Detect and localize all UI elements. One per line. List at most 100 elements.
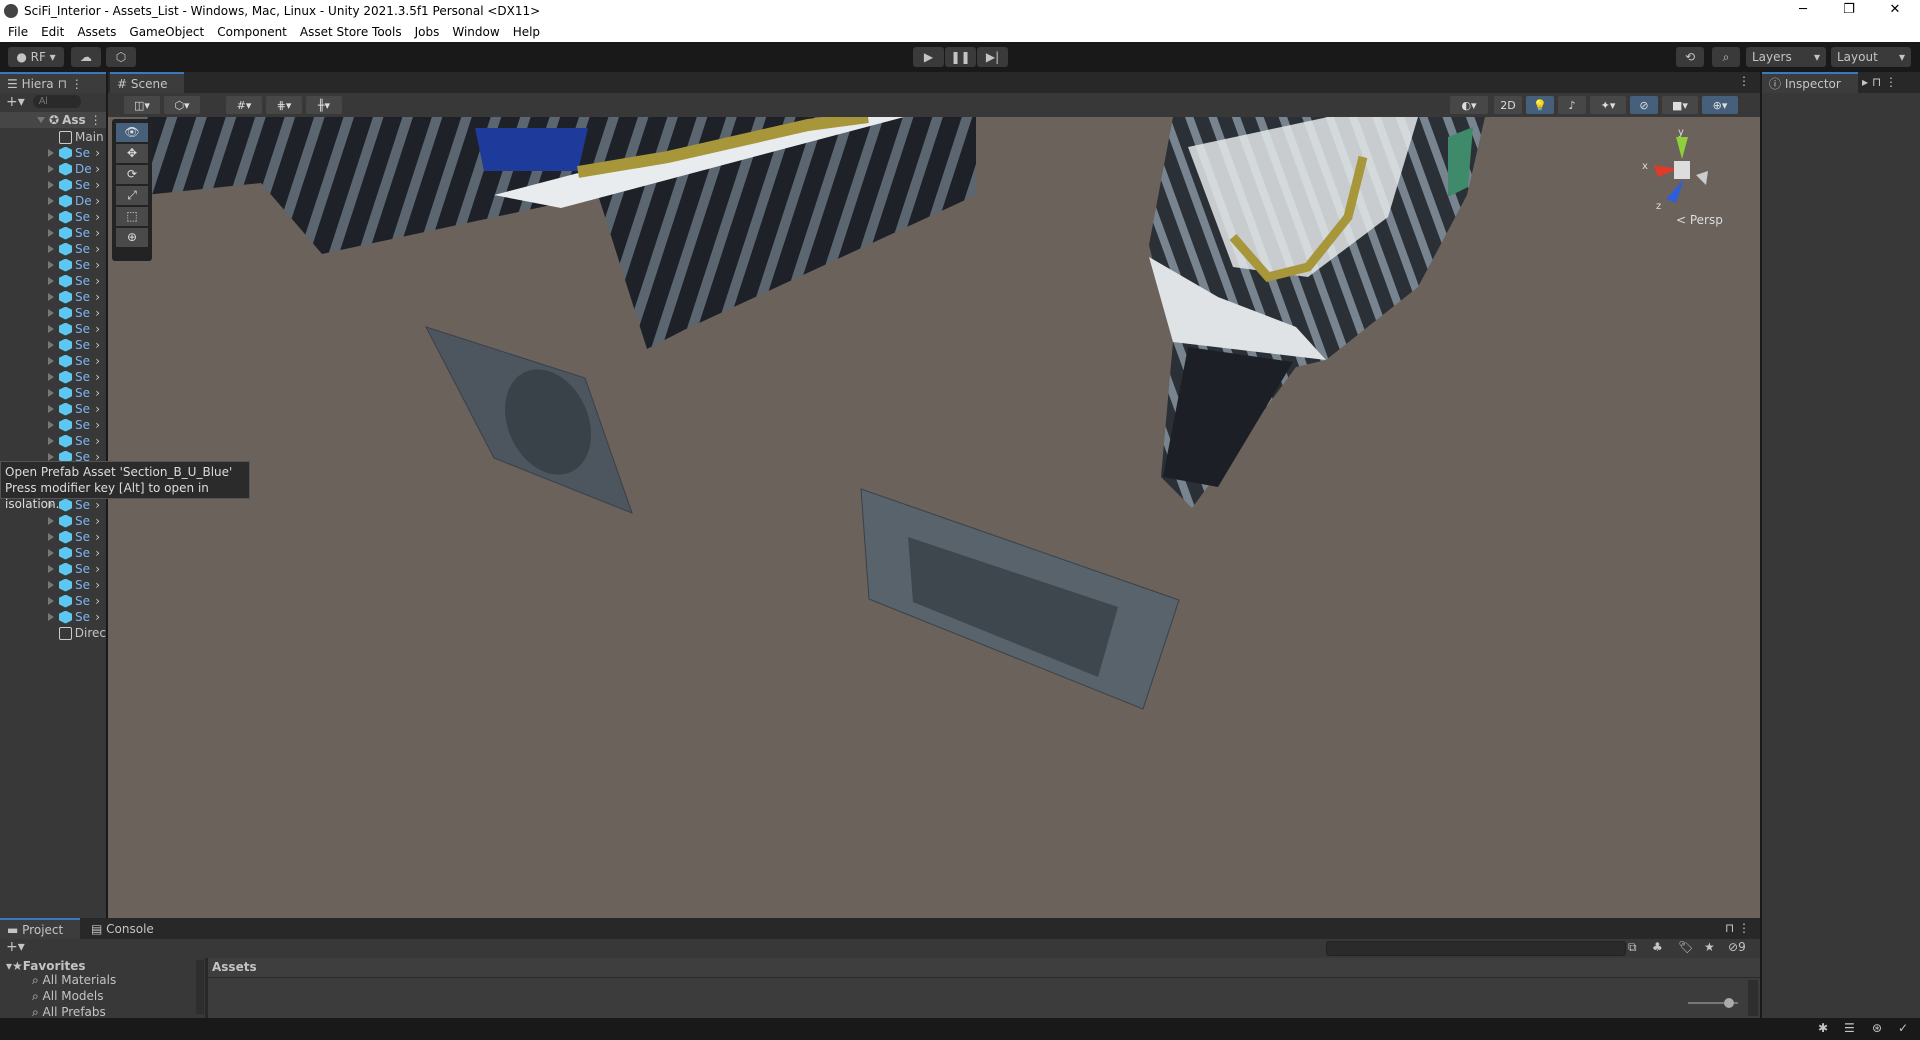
open-prefab-arrow-icon[interactable]: › <box>95 146 106 160</box>
minimize-button[interactable]: ─ <box>1780 0 1826 22</box>
expand-icon[interactable] <box>48 293 54 301</box>
open-prefab-arrow-icon[interactable]: › <box>95 514 106 528</box>
pause-button[interactable]: ❚❚ <box>945 47 976 67</box>
hierarchy-item[interactable]: Se › <box>0 529 106 545</box>
effects-button[interactable]: ✦▾ <box>1590 96 1626 114</box>
expand-icon[interactable] <box>48 181 54 189</box>
expand-icon[interactable] <box>48 597 54 605</box>
move-tool-icon[interactable]: ✥ <box>116 144 148 163</box>
open-prefab-arrow-icon[interactable]: › <box>95 258 106 272</box>
menu-component[interactable]: Component <box>217 25 287 39</box>
gizmos-button[interactable]: ⊕▾ <box>1702 96 1738 114</box>
open-prefab-arrow-icon[interactable]: › <box>95 178 106 192</box>
open-prefab-arrow-icon[interactable]: › <box>95 578 106 592</box>
open-prefab-arrow-icon[interactable]: › <box>95 322 106 336</box>
tab-inspector[interactable]: ⓘ Inspector <box>1762 72 1858 93</box>
cloud-button[interactable]: ☁ <box>71 47 101 67</box>
tab-hierarchy[interactable]: ☰ Hiera ⊓ ⋮ <box>0 72 106 93</box>
hierarchy-search-input[interactable] <box>32 95 81 108</box>
open-prefab-arrow-icon[interactable]: › <box>95 306 106 320</box>
open-prefab-arrow-icon[interactable]: › <box>95 610 106 624</box>
menu-help[interactable]: Help <box>513 25 540 39</box>
hierarchy-item[interactable]: Se › <box>0 337 106 353</box>
hierarchy-item[interactable]: Se › <box>0 417 106 433</box>
filter-type-icon[interactable]: ♣ <box>1652 940 1663 954</box>
draw-mode-button[interactable]: ◫▾ <box>124 96 160 114</box>
orientation-gizmo[interactable]: y x z <box>1636 127 1726 217</box>
label-icon[interactable]: 🏷 <box>1678 940 1693 954</box>
tab-console[interactable]: ▤ Console <box>84 918 164 939</box>
hidden-packages-toggle[interactable]: ⊘9 <box>1728 940 1746 954</box>
hierarchy-item[interactable]: Se › <box>0 593 106 609</box>
lighting-toggle[interactable]: 💡 <box>1526 96 1554 114</box>
expand-icon[interactable] <box>48 213 54 221</box>
open-prefab-arrow-icon[interactable]: › <box>95 594 106 608</box>
expand-icon[interactable] <box>48 197 54 205</box>
hierarchy-item[interactable]: De › <box>0 161 106 177</box>
render-mode-button[interactable]: ⬡▾ <box>164 96 200 114</box>
scene-viewport[interactable]: 👁 ✥ ⟳ ⤢ ⬚ ⊕ y x z < Persp <box>108 117 1760 918</box>
expand-icon[interactable] <box>48 277 54 285</box>
search-scope-icon[interactable]: ⧉ <box>1628 940 1637 955</box>
collab-button[interactable]: ⬡ <box>106 47 136 67</box>
expand-icon[interactable] <box>48 421 54 429</box>
open-prefab-arrow-icon[interactable]: › <box>95 354 106 368</box>
menu-window[interactable]: Window <box>452 25 499 39</box>
open-prefab-arrow-icon[interactable]: › <box>95 546 106 560</box>
hierarchy-item[interactable]: Se › <box>0 145 106 161</box>
hierarchy-item[interactable]: Se › <box>0 577 106 593</box>
hierarchy-item[interactable]: Se › <box>0 273 106 289</box>
hierarchy-item[interactable]: Se › <box>0 321 106 337</box>
expand-icon[interactable] <box>48 229 54 237</box>
hierarchy-item[interactable]: Se › <box>0 545 106 561</box>
open-prefab-arrow-icon[interactable]: › <box>95 562 106 576</box>
hierarchy-item[interactable]: Main <box>0 129 106 145</box>
play-button[interactable]: ▶ <box>913 47 944 67</box>
lock-icon[interactable]: ▸ ⊓ ⋮ <box>1862 75 1897 89</box>
hierarchy-item[interactable]: Se › <box>0 257 106 273</box>
open-prefab-arrow-icon[interactable]: › <box>95 418 106 432</box>
rect-tool-icon[interactable]: ⬚ <box>116 207 148 226</box>
history-button[interactable]: ⟲ <box>1676 47 1704 67</box>
scene-root-row[interactable]: ✪ Ass ⋮ <box>0 112 106 128</box>
expand-icon[interactable] <box>48 613 54 621</box>
menu-file[interactable]: File <box>8 25 28 39</box>
expand-icon[interactable] <box>48 581 54 589</box>
cache-server-icon[interactable]: ☰ <box>1844 1021 1855 1035</box>
tab-project[interactable]: ▬ Project <box>0 918 80 939</box>
expand-icon[interactable] <box>48 341 54 349</box>
fav-item[interactable]: ⌕ All Prefabs <box>0 1005 205 1018</box>
lock-icon[interactable]: ⊓ ⋮ <box>58 77 83 91</box>
2d-toggle[interactable]: 2D <box>1494 96 1522 114</box>
open-prefab-arrow-icon[interactable]: › <box>95 242 106 256</box>
tree-scrollbar[interactable] <box>196 960 204 1014</box>
more-icon[interactable]: ⋮ <box>90 113 102 127</box>
fav-item[interactable]: ⌕ All Materials <box>0 973 205 989</box>
restore-button[interactable]: ❐ <box>1826 0 1872 22</box>
expand-icon[interactable] <box>48 245 54 253</box>
open-prefab-arrow-icon[interactable]: › <box>95 338 106 352</box>
scale-tool-icon[interactable]: ⤢ <box>116 186 148 205</box>
slider-handle[interactable] <box>1724 998 1734 1008</box>
hierarchy-item[interactable]: Se › <box>0 385 106 401</box>
hierarchy-item[interactable]: Se › <box>0 289 106 305</box>
open-prefab-arrow-icon[interactable]: › <box>95 162 106 176</box>
hierarchy-item[interactable]: Se › <box>0 353 106 369</box>
favorites-row[interactable]: ▾ ★ Favorites <box>0 958 205 973</box>
hierarchy-item[interactable]: Se › <box>0 369 106 385</box>
close-button[interactable]: ✕ <box>1872 0 1918 22</box>
open-prefab-arrow-icon[interactable]: › <box>95 226 106 240</box>
transform-tool-icon[interactable]: ⊕ <box>116 228 148 247</box>
hierarchy-item[interactable]: Se › <box>0 609 106 625</box>
menu-assets[interactable]: Assets <box>77 25 116 39</box>
expand-icon[interactable] <box>48 373 54 381</box>
expand-icon[interactable] <box>48 405 54 413</box>
hierarchy-item[interactable]: De › <box>0 193 106 209</box>
hierarchy-item[interactable]: Se › <box>0 241 106 257</box>
hierarchy-item[interactable]: Se › <box>0 513 106 529</box>
account-button[interactable]: ● RF ▾ <box>8 47 64 67</box>
camera-button[interactable]: ■▾ <box>1662 96 1698 114</box>
lock-icon[interactable]: ⊓ ⋮ <box>1725 921 1750 935</box>
step-button[interactable]: ▶| <box>977 47 1008 67</box>
menu-jobs[interactable]: Jobs <box>415 25 440 39</box>
